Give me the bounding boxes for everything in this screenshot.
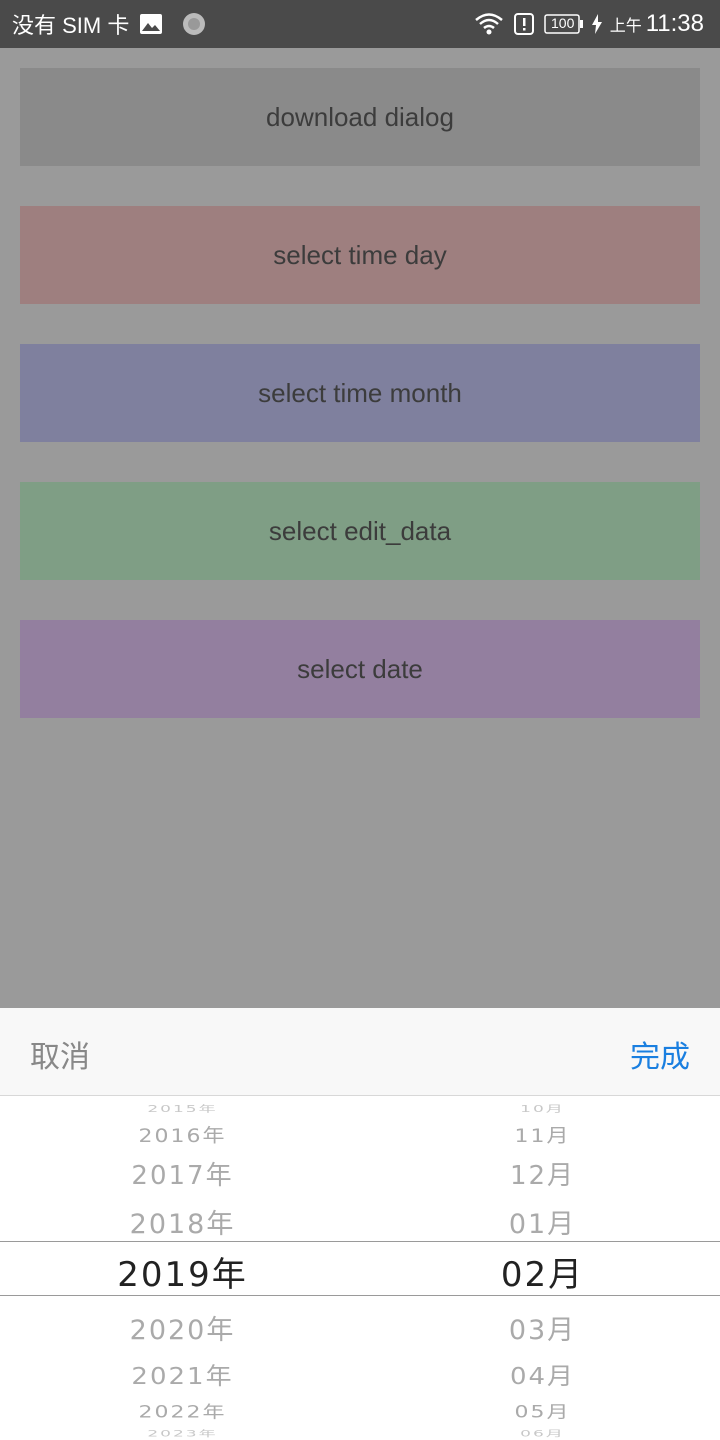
selection-line-top xyxy=(0,1241,720,1242)
cancel-button[interactable]: 取消 xyxy=(30,1032,90,1076)
month-wheel[interactable]: 10月 11月 12月 01月 02月 03月 04月 05月 06月 xyxy=(360,1096,720,1440)
month-item[interactable]: 04月 xyxy=(360,1361,720,1393)
month-item[interactable]: 10月 xyxy=(360,1104,720,1114)
clock: 11:38 xyxy=(645,10,704,37)
image-icon xyxy=(139,13,163,35)
year-item[interactable]: 2023年 xyxy=(0,1430,365,1439)
year-item[interactable]: 2021年 xyxy=(0,1361,365,1393)
status-bar-left: 没有 SIM 卡 xyxy=(12,0,207,48)
picker-header: 取消 完成 xyxy=(0,1008,720,1096)
year-item[interactable]: 2016年 xyxy=(0,1124,365,1150)
year-item[interactable]: 2022年 xyxy=(0,1402,365,1425)
loading-icon xyxy=(181,11,207,37)
battery-level: 100 xyxy=(551,15,575,31)
select-edit-data-button[interactable]: select edit_data xyxy=(20,482,700,580)
date-picker-sheet: 取消 完成 2015年 2016年 2017年 2018年 2019年 2020… xyxy=(0,1008,720,1440)
month-item[interactable]: 05月 xyxy=(360,1402,720,1425)
month-item[interactable]: 03月 xyxy=(360,1311,720,1351)
year-item[interactable]: 2017年 xyxy=(0,1156,365,1196)
battery-icon: 100 xyxy=(543,13,584,35)
status-bar: 没有 SIM 卡 100 上午 11:38 xyxy=(0,0,720,48)
month-item[interactable]: 06月 xyxy=(360,1430,720,1439)
download-dialog-button[interactable]: download dialog xyxy=(20,68,700,166)
carrier-label: 没有 SIM 卡 xyxy=(12,13,130,38)
status-bar-right: 100 上午 11:38 xyxy=(474,0,704,48)
done-button[interactable]: 完成 xyxy=(630,1032,690,1076)
select-time-day-button[interactable]: select time day xyxy=(20,206,700,304)
charging-icon xyxy=(591,14,602,34)
year-item[interactable]: 2015年 xyxy=(0,1104,365,1114)
year-item-selected[interactable]: 2019年 xyxy=(0,1250,365,1300)
select-time-month-button[interactable]: select time month xyxy=(20,344,700,442)
select-date-button[interactable]: select date xyxy=(20,620,700,718)
month-item[interactable]: 12月 xyxy=(360,1156,720,1196)
month-item[interactable]: 01月 xyxy=(360,1205,720,1245)
month-item-selected[interactable]: 02月 xyxy=(360,1250,720,1300)
alert-icon xyxy=(512,12,536,36)
wifi-icon xyxy=(474,12,504,36)
year-item[interactable]: 2018年 xyxy=(0,1205,365,1245)
year-wheel[interactable]: 2015年 2016年 2017年 2018年 2019年 2020年 2021… xyxy=(0,1096,365,1440)
selection-line-bottom xyxy=(0,1295,720,1296)
year-item[interactable]: 2020年 xyxy=(0,1311,365,1351)
time-prefix: 上午 xyxy=(609,16,642,35)
month-item[interactable]: 11月 xyxy=(360,1124,720,1150)
